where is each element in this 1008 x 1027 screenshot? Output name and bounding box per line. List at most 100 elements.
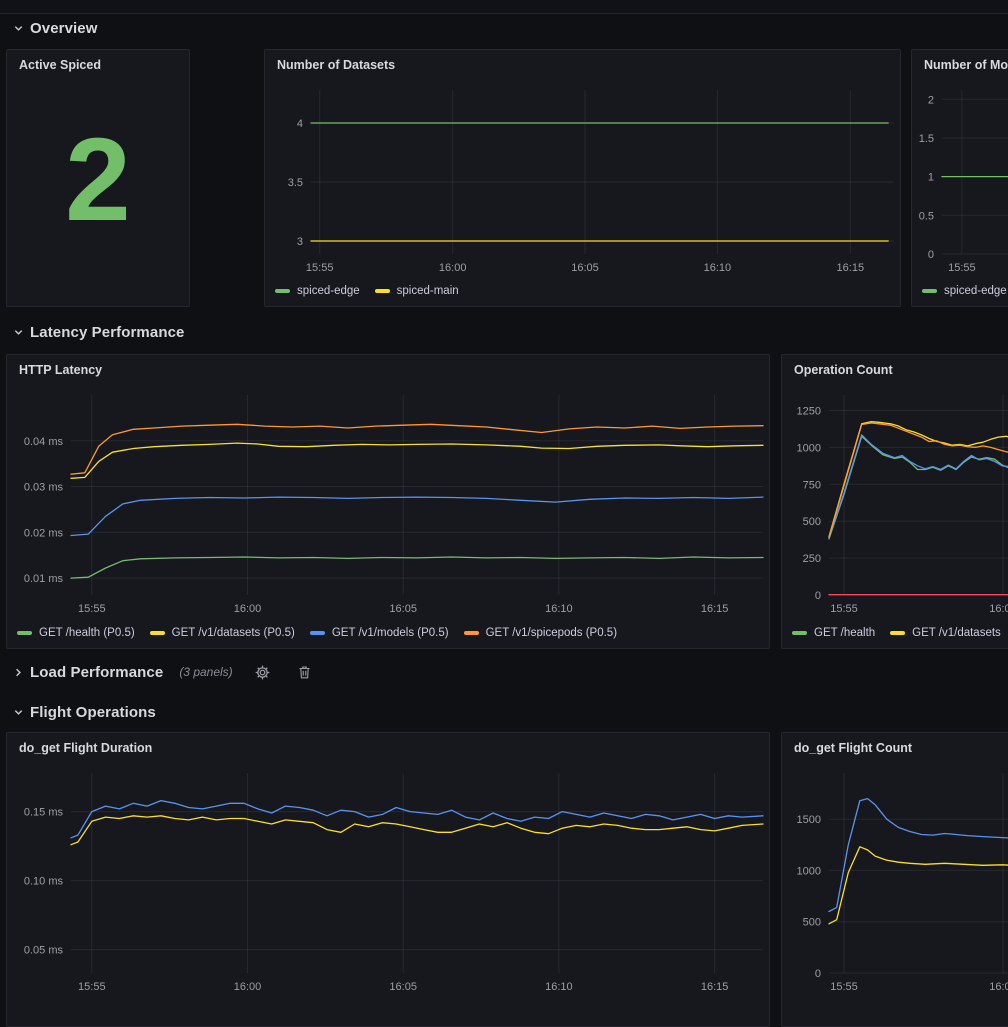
svg-text:1500: 1500 bbox=[797, 814, 821, 826]
legend-swatch-icon bbox=[375, 289, 390, 293]
legend-label: GET /v1/datasets (P0.5) bbox=[172, 627, 295, 639]
svg-text:16:10: 16:10 bbox=[704, 262, 732, 274]
legend-label: spiced-edge bbox=[944, 285, 1007, 297]
panel-title[interactable]: do_get Flight Duration bbox=[7, 733, 769, 763]
chart-legend: GET /healthGET /v1/datasetsGET /v1/model… bbox=[792, 625, 1008, 641]
legend-item[interactable]: GET /v1/models (P0.5) bbox=[310, 627, 449, 639]
legend-label: GET /v1/models (P0.5) bbox=[332, 627, 449, 639]
svg-text:15:55: 15:55 bbox=[830, 981, 858, 993]
svg-text:16:00: 16:00 bbox=[989, 603, 1008, 615]
chart-svg: 15:5516:0016:0516:1016:1533.54 bbox=[265, 82, 900, 280]
section-title: Load Performance bbox=[30, 664, 163, 681]
chart-svg: 15:5516:0016:05025050075010001250 bbox=[782, 387, 1008, 621]
svg-text:16:00: 16:00 bbox=[234, 981, 262, 993]
svg-text:250: 250 bbox=[803, 553, 821, 565]
svg-text:15:55: 15:55 bbox=[306, 262, 334, 274]
svg-text:3: 3 bbox=[297, 236, 303, 248]
svg-text:16:15: 16:15 bbox=[701, 981, 729, 993]
legend-item[interactable]: spiced-edge bbox=[922, 285, 1007, 297]
legend-item[interactable]: GET /v1/datasets (P0.5) bbox=[150, 627, 295, 639]
legend-label: GET /v1/spicepods (P0.5) bbox=[486, 627, 617, 639]
legend-swatch-icon bbox=[922, 289, 937, 293]
legend-swatch-icon bbox=[17, 631, 32, 635]
chart-legend: GET /health (P0.5) GET /v1/datasets (P0.5… bbox=[17, 625, 767, 641]
panel-title[interactable]: Active Spiced bbox=[7, 50, 189, 80]
svg-text:0.01 ms: 0.01 ms bbox=[24, 573, 64, 585]
legend-swatch-icon bbox=[792, 631, 807, 635]
section-header-overview[interactable]: Overview bbox=[13, 17, 98, 39]
svg-text:0.15 ms: 0.15 ms bbox=[24, 807, 64, 819]
panel-number-of-models: Number of Models 15:5516:0000.511.52 spi… bbox=[911, 49, 1008, 307]
chart-svg: 15:5516:0016:05050010001500 bbox=[782, 765, 1008, 999]
panel-title[interactable]: Number of Models bbox=[912, 50, 1008, 80]
svg-text:1250: 1250 bbox=[797, 406, 821, 418]
legend-swatch-icon bbox=[464, 631, 479, 635]
legend-swatch-icon bbox=[275, 289, 290, 293]
trash-icon[interactable] bbox=[298, 665, 311, 679]
chart-legend: spiced-edge spiced-main bbox=[275, 283, 898, 299]
http-latency-chart[interactable]: 15:5516:0016:0516:1016:150.01 ms0.02 ms0… bbox=[7, 387, 769, 621]
panel-operation-count: Operation Count 15:5516:0016:05025050075… bbox=[781, 354, 1008, 649]
panel-do-get-flight-count: do_get Flight Count 15:5516:0016:0505001… bbox=[781, 732, 1008, 1027]
legend-label: GET /health bbox=[814, 627, 875, 639]
svg-text:2: 2 bbox=[928, 94, 934, 106]
panel-title[interactable]: Number of Datasets bbox=[265, 50, 900, 80]
panel-title[interactable]: HTTP Latency bbox=[7, 355, 769, 385]
flight-count-chart[interactable]: 15:5516:0016:05050010001500 bbox=[782, 765, 1008, 999]
chevron-down-icon bbox=[13, 327, 24, 338]
legend-label: spiced-edge bbox=[297, 285, 360, 297]
svg-text:16:00: 16:00 bbox=[234, 603, 262, 615]
datasets-chart[interactable]: 15:5516:0016:0516:1016:1533.54 bbox=[265, 82, 900, 280]
legend-item[interactable]: spiced-main bbox=[375, 285, 459, 297]
panel-number-of-datasets: Number of Datasets 15:5516:0016:0516:101… bbox=[264, 49, 901, 307]
legend-item[interactable]: GET /v1/spicepods (P0.5) bbox=[464, 627, 617, 639]
chart-legend bbox=[17, 1003, 767, 1019]
stat-value: 2 bbox=[7, 80, 189, 280]
svg-text:0.02 ms: 0.02 ms bbox=[24, 527, 64, 539]
top-bar bbox=[0, 0, 1008, 14]
chart-svg: 15:5516:0000.511.52 bbox=[912, 82, 1008, 280]
gear-icon[interactable] bbox=[255, 665, 270, 680]
legend-item[interactable]: GET /health bbox=[792, 627, 875, 639]
section-header-load-performance[interactable]: Load Performance (3 panels) bbox=[13, 661, 311, 683]
svg-text:15:55: 15:55 bbox=[78, 981, 106, 993]
svg-text:0.04 ms: 0.04 ms bbox=[24, 436, 64, 448]
legend-swatch-icon bbox=[150, 631, 165, 635]
svg-text:0: 0 bbox=[815, 968, 821, 980]
panel-title[interactable]: Operation Count bbox=[782, 355, 1008, 385]
svg-text:4: 4 bbox=[297, 118, 303, 130]
svg-text:1000: 1000 bbox=[797, 865, 821, 877]
legend-label: spiced-main bbox=[397, 285, 459, 297]
operation-count-chart[interactable]: 15:5516:0016:05025050075010001250 bbox=[782, 387, 1008, 621]
chart-legend bbox=[792, 1003, 1008, 1019]
chart-legend: spiced-edge bbox=[922, 283, 1008, 299]
panel-do-get-flight-duration: do_get Flight Duration 15:55 16:00 16:05 16… bbox=[6, 732, 770, 1027]
panel-count-label: (3 panels) bbox=[179, 665, 232, 679]
legend-swatch-icon bbox=[310, 631, 325, 635]
svg-text:0: 0 bbox=[928, 249, 934, 261]
section-title: Flight Operations bbox=[30, 704, 156, 721]
chevron-down-icon bbox=[13, 23, 24, 34]
chart-svg: 15:5516:0016:0516:1016:150.05 ms0.10 ms0… bbox=[7, 765, 769, 999]
models-chart[interactable]: 15:5516:0000.511.52 bbox=[912, 82, 1008, 280]
svg-text:500: 500 bbox=[803, 516, 821, 528]
legend-item[interactable]: GET /v1/datasets bbox=[890, 627, 1001, 639]
section-header-flight-operations[interactable]: Flight Operations bbox=[13, 701, 156, 723]
legend-item[interactable]: GET /health (P0.5) bbox=[17, 627, 135, 639]
section-title: Overview bbox=[30, 20, 98, 37]
svg-text:1: 1 bbox=[928, 172, 934, 184]
flight-duration-chart[interactable]: 15:5516:0016:0516:1016:150.05 ms0.10 ms0… bbox=[7, 765, 769, 999]
svg-text:16:00: 16:00 bbox=[989, 981, 1008, 993]
svg-text:0.10 ms: 0.10 ms bbox=[24, 876, 64, 888]
panel-title[interactable]: do_get Flight Count bbox=[782, 733, 1008, 763]
legend-label: GET /v1/datasets bbox=[912, 627, 1001, 639]
section-header-latency-performance[interactable]: Latency Performance bbox=[13, 321, 184, 343]
svg-text:16:05: 16:05 bbox=[389, 603, 417, 615]
svg-text:0.5: 0.5 bbox=[919, 210, 934, 222]
svg-text:16:10: 16:10 bbox=[545, 981, 573, 993]
legend-swatch-icon bbox=[890, 631, 905, 635]
chevron-right-icon bbox=[13, 667, 24, 678]
svg-text:16:05: 16:05 bbox=[389, 981, 417, 993]
legend-item[interactable]: spiced-edge bbox=[275, 285, 360, 297]
svg-text:16:10: 16:10 bbox=[545, 603, 573, 615]
